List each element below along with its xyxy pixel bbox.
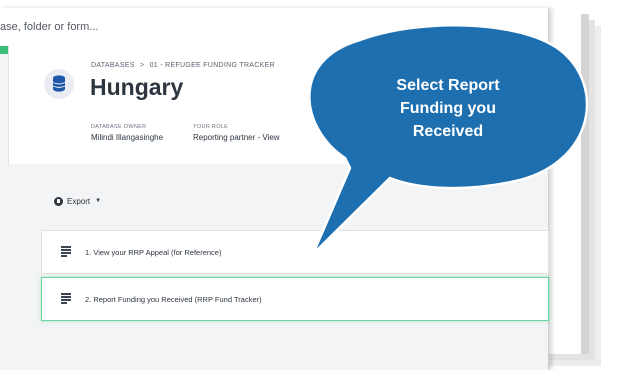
role-label: YOUR ROLE xyxy=(193,124,229,130)
export-button[interactable]: Export ▼ xyxy=(54,194,101,208)
screenshot-stage: ase, folder or form... DATABASES > 01 - … xyxy=(0,0,625,370)
chevron-down-icon: ▼ xyxy=(95,198,102,204)
callout-line-3: Received xyxy=(412,123,484,140)
download-icon xyxy=(54,196,63,206)
breadcrumb-databases[interactable]: DATABASES xyxy=(91,62,135,69)
callout-line-1: Select Report xyxy=(396,77,500,94)
form-item-rrp-appeal[interactable]: 1. View your RRP Appeal (for Reference) xyxy=(41,230,549,274)
database-icon xyxy=(44,69,74,99)
page-title: Hungary xyxy=(90,74,184,100)
export-label: Export xyxy=(67,196,91,206)
form-item-report-funding[interactable]: 2. Report Funding you Received (RRP Fund… xyxy=(41,277,549,321)
role-value: Reporting partner - View xyxy=(193,133,280,142)
owner-label: DATABASE OWNER xyxy=(91,124,147,130)
breadcrumb: DATABASES > 01 - REFUGEE FUNDING TRACKER xyxy=(91,62,275,69)
owner-value: Milindi Illangasinghe xyxy=(91,133,164,142)
form-item-label: 2. Report Funding you Received (RRP Fund… xyxy=(85,294,262,304)
breadcrumb-separator: > xyxy=(139,62,145,69)
form-icon xyxy=(61,293,71,305)
callout-line-2: Funding you xyxy=(400,100,496,117)
form-item-label: 1. View your RRP Appeal (for Reference) xyxy=(85,247,222,257)
form-icon xyxy=(61,246,71,258)
breadcrumb-current[interactable]: 01 - REFUGEE FUNDING TRACKER xyxy=(150,62,275,69)
search-input-placeholder[interactable]: ase, folder or form... xyxy=(0,21,98,33)
callout-text: Select Report Funding you Received xyxy=(360,74,536,143)
search-bar[interactable]: ase, folder or form... xyxy=(0,8,548,47)
